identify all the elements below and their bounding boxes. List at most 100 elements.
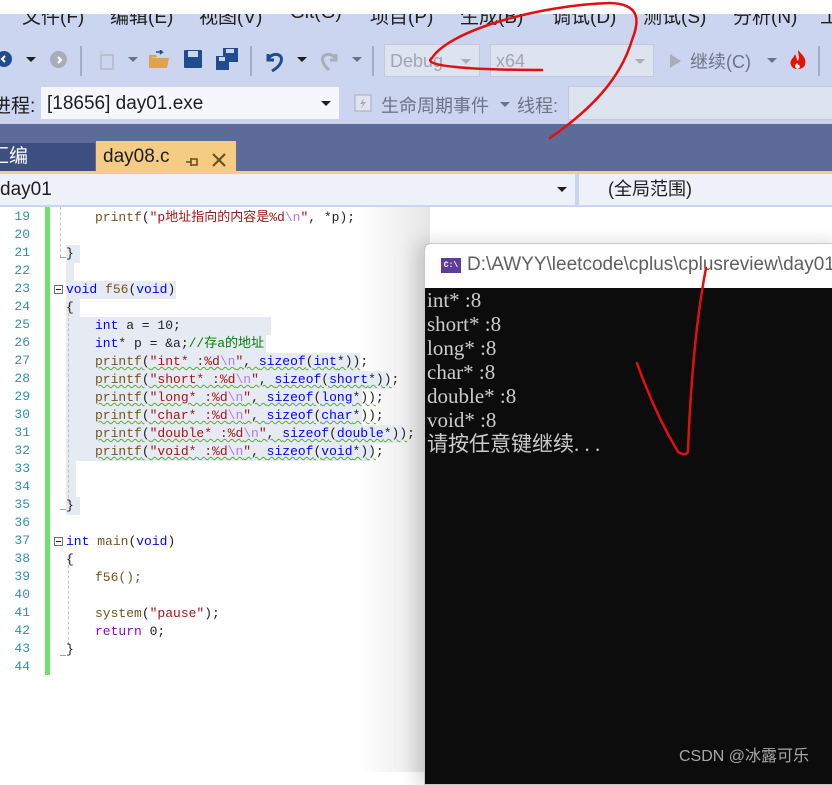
solution-config-value: Debug (390, 51, 444, 71)
close-icon[interactable] (212, 151, 226, 173)
code-line-29: printf("long* :%d\n", sizeof(long*)); (95, 390, 384, 405)
menu-project[interactable]: 项目(P) (370, 14, 433, 29)
line-number: 36 (14, 515, 30, 530)
line-number: 22 (14, 263, 30, 278)
project-select[interactable]: day01 (0, 174, 575, 205)
back-dropdown-icon[interactable] (26, 57, 36, 62)
line-number: 25 (14, 317, 30, 332)
line-number: 37 (14, 533, 30, 548)
lifecycle-events-icon[interactable] (354, 94, 372, 112)
code-line-25: int a = 10; (95, 318, 181, 333)
line-number: 44 (14, 659, 30, 674)
code-line-30: printf("char* :%d\n", sizeof(char*)); (95, 408, 384, 423)
debug-location-toolbar: 进程: [18656] day01.exe 生命周期事件 线程: (0, 84, 832, 124)
undo-icon[interactable] (264, 48, 286, 72)
process-select[interactable]: [18656] day01.exe (40, 86, 340, 120)
continue-button[interactable]: 继续(C) (668, 44, 751, 77)
process-label: 进程: (0, 96, 36, 117)
console-output-line: short* :8 (427, 312, 502, 336)
console-output-line: 请按任意键继续. . . (427, 432, 601, 456)
collapse-f56-icon[interactable] (54, 285, 63, 294)
save-all-icon[interactable] (216, 48, 238, 70)
menu-build[interactable]: 生成(B) (460, 14, 523, 29)
open-folder-icon[interactable] (148, 50, 170, 70)
collapse-main-icon[interactable] (54, 537, 63, 546)
hot-reload-icon[interactable] (788, 49, 808, 71)
menu-tools[interactable]: 工 (820, 14, 832, 29)
line-number: 19 (14, 209, 30, 224)
solution-config-select[interactable]: Debug (384, 44, 480, 77)
watermark: CSDN @冰露可乐 (679, 748, 810, 765)
code-line-41: system("pause"); (95, 606, 220, 621)
menu-edit[interactable]: 编辑(E) (110, 14, 173, 29)
save-icon[interactable] (184, 50, 202, 68)
toolbar-separator (372, 46, 374, 76)
scope-select[interactable]: (全局范围) (580, 174, 832, 205)
line-number: 32 (14, 443, 30, 458)
menu-git[interactable]: Git(G) (290, 14, 342, 24)
line-number: 28 (14, 371, 30, 386)
top-margin (0, 0, 832, 14)
chevron-down-icon (321, 101, 331, 106)
line-number: 42 (14, 623, 30, 638)
menu-test[interactable]: 测试(S) (643, 14, 706, 29)
closing-brace: } (66, 498, 74, 513)
tab-disassembly-label: 汇编 (0, 146, 29, 167)
lifecycle-dropdown-icon[interactable] (500, 102, 510, 107)
project-value: day01 (0, 179, 52, 200)
process-value: [18656] day01.exe (47, 93, 204, 114)
toolbar-separator (818, 46, 820, 76)
console-output-line: void* :8 (427, 408, 497, 432)
redo-icon[interactable] (318, 48, 340, 72)
code-line-43: } (66, 641, 74, 659)
code-line-23: void f56(void) (66, 282, 176, 297)
console-title-bar[interactable]: C:\ D:\AWYY\leetcode\cplus\cplusreview\d… (425, 244, 832, 288)
opening-brace: { (66, 300, 74, 315)
line-number: 23 (14, 281, 30, 296)
menu-analyze[interactable]: 分析(N) (733, 14, 797, 29)
undo-dropdown-icon[interactable] (297, 57, 307, 62)
menu-debug[interactable]: 调试(D) (552, 14, 616, 29)
chevron-down-icon (461, 59, 471, 64)
code-line-39: f56(); (95, 569, 142, 587)
platform-select[interactable]: x64 (490, 44, 654, 77)
console-output-line: double* :8 (427, 384, 517, 408)
thread-select[interactable] (568, 86, 832, 120)
tab-disassembly[interactable]: 汇编 (0, 143, 95, 171)
console-output-line: char* :8 (427, 360, 496, 384)
console-window[interactable]: C:\ D:\AWYY\leetcode\cplus\cplusreview\d… (424, 243, 832, 785)
code-line-24: { (66, 299, 74, 317)
code-line-37: int main(void) (66, 534, 176, 549)
redo-dropdown-icon[interactable] (352, 57, 362, 62)
lifecycle-events-label[interactable]: 生命周期事件 (381, 92, 489, 118)
code-line-35: } (66, 497, 74, 515)
console-output: int* :8 short* :8 long* :8 char* :8 double* … (427, 288, 832, 456)
line-number: 21 (14, 245, 30, 260)
back-icon[interactable] (0, 51, 12, 67)
code-line-27: printf("int* :%d\n", sizeof(int*)); (95, 354, 369, 369)
new-project-icon[interactable] (96, 49, 116, 71)
continue-dropdown-icon[interactable] (767, 58, 777, 63)
tab-day08-c[interactable]: day08.c (96, 141, 236, 174)
code-line-21: } (66, 245, 74, 263)
menu-view[interactable]: 视图(V) (199, 14, 262, 29)
line-number: 29 (14, 389, 30, 404)
line-number: 27 (14, 353, 30, 368)
closing-brace: } (66, 642, 74, 657)
line-number: 30 (14, 407, 30, 422)
line-number: 20 (14, 227, 30, 242)
line-number: 31 (14, 425, 30, 440)
menu-file[interactable]: 文件(F) (22, 14, 84, 29)
toolbar-separator (80, 46, 82, 76)
block-highlight (66, 263, 74, 281)
opening-brace: { (66, 552, 74, 567)
forward-icon[interactable] (50, 51, 67, 68)
navbar-divider (575, 174, 579, 205)
code-line-26: int* p = &a;//存a的地址 (95, 336, 265, 351)
indent-guide (68, 303, 69, 503)
chevron-down-icon (557, 187, 567, 192)
console-app-icon: C:\ (441, 258, 461, 273)
new-dropdown-icon[interactable] (128, 57, 138, 62)
play-icon (670, 53, 681, 68)
code-comment: //存a的地址 (188, 336, 265, 351)
